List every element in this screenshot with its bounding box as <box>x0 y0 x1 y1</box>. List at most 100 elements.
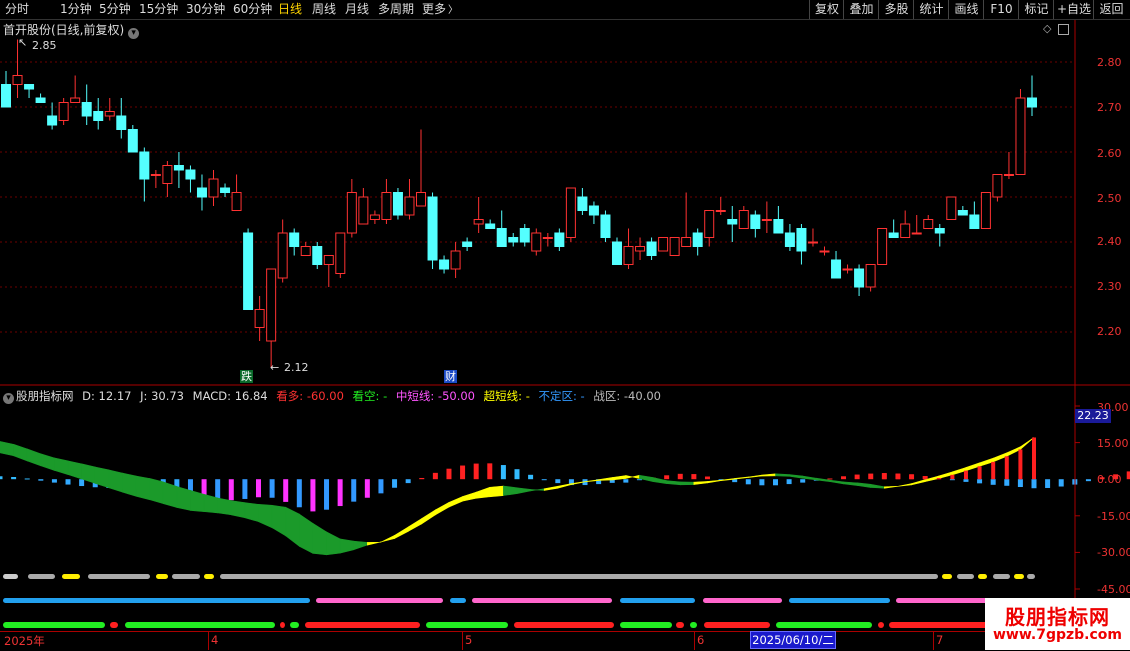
ribbon-bull-segment <box>380 534 395 543</box>
ribbon-bear-segment <box>108 469 123 493</box>
signal-lane-3-segment <box>305 622 420 628</box>
ribbon-bear-segment <box>326 531 341 556</box>
candle-down <box>969 214 980 229</box>
macd-bar <box>868 473 874 480</box>
ribbon-bull-segment <box>489 485 504 498</box>
candle-up <box>416 192 427 207</box>
signal-lane-3-segment <box>125 622 275 628</box>
signal-bar <box>963 470 968 480</box>
candle-down <box>773 219 784 234</box>
macd-bar <box>949 479 955 481</box>
candle-up <box>335 232 346 274</box>
candle-up <box>404 196 415 216</box>
candle-down <box>196 187 207 198</box>
candle-up <box>704 210 715 238</box>
candle-down <box>796 228 807 252</box>
candle-up <box>381 192 392 220</box>
macd-bar <box>392 479 398 488</box>
cursor-date-box: 2025/06/10/二 <box>750 631 836 649</box>
ribbon-bull-segment <box>952 467 967 476</box>
ribbon-bear-segment <box>530 488 545 492</box>
ribbon-bull-segment <box>938 471 953 479</box>
candle-down <box>47 115 58 126</box>
ribbon-bear-segment <box>829 479 844 485</box>
signal-lane-3-segment <box>676 622 684 628</box>
macd-bar <box>1031 479 1037 489</box>
candle-up <box>761 219 772 221</box>
latest-value-badge: 22.23 <box>1075 409 1111 423</box>
ribbon-bull-segment <box>407 517 423 532</box>
candle-up <box>923 219 934 229</box>
candle-up <box>911 232 922 235</box>
ribbon-bull-segment <box>475 486 491 499</box>
ribbon-bull-segment <box>979 457 994 467</box>
macd-bar <box>1004 479 1010 486</box>
high-arrow-icon: ↖ <box>18 36 28 49</box>
candle-up <box>150 174 161 176</box>
candle-down <box>957 210 968 216</box>
ribbon-bear-segment <box>299 513 314 554</box>
macd-bar <box>324 479 330 510</box>
indicator-axis-label: -30.00 <box>1097 546 1130 559</box>
macd-bar <box>990 479 996 485</box>
candle-down <box>496 228 507 247</box>
candle-up <box>623 246 634 265</box>
candle-up <box>369 214 380 220</box>
chevron-down-icon[interactable]: ▾ <box>3 393 14 404</box>
candle-down <box>854 268 865 288</box>
ribbon-bull-segment <box>462 491 477 502</box>
macd-bar <box>310 479 316 512</box>
macd-bar <box>704 476 710 480</box>
d-label: D: <box>82 389 95 403</box>
indicator-name: 股朋指标网 <box>16 389 74 403</box>
candle-up <box>1003 174 1014 176</box>
signal-bar <box>895 473 900 480</box>
signal-lane-1-segment <box>28 574 55 579</box>
candle-down <box>611 241 622 265</box>
candle-down <box>312 246 323 265</box>
event-tag-cai[interactable]: 财 <box>444 370 457 383</box>
signal-bar <box>909 474 914 480</box>
signal-lane-3-segment <box>426 622 508 628</box>
watermark: 股朋指标网 www.7gpzb.com <box>985 598 1130 650</box>
candle-up <box>254 309 265 328</box>
zhongduan-value: -50.00 <box>437 389 475 403</box>
ribbon-bull-segment <box>707 479 722 484</box>
signal-lane-1-segment <box>942 574 952 579</box>
event-tag-die[interactable]: 跌 <box>240 370 253 383</box>
macd-bar <box>256 479 261 498</box>
ribbon-bull-segment <box>693 481 708 485</box>
candle-down <box>692 232 703 247</box>
price-axis-label: 2.60 <box>1097 147 1122 160</box>
candle-down <box>81 102 92 117</box>
signal-bar <box>1018 449 1023 480</box>
month-divider <box>208 632 209 650</box>
kline-chart-canvas[interactable] <box>0 0 1130 650</box>
ribbon-bear-segment <box>775 473 790 477</box>
candle-down <box>934 228 945 234</box>
ribbon-bear-segment <box>135 475 150 501</box>
candle-up <box>669 237 680 256</box>
macd-bar <box>51 479 57 483</box>
ribbon-bull-segment <box>625 474 640 479</box>
candle-down <box>127 129 138 153</box>
signal-lane-3-segment <box>514 622 614 628</box>
ribbon-bull-segment <box>435 501 450 516</box>
zhanqu-label: 战区: <box>593 389 621 403</box>
signal-lane-1-segment <box>172 574 200 579</box>
ribbon-bear-segment <box>190 490 205 512</box>
candle-down <box>1 84 11 108</box>
candle-down <box>485 223 496 229</box>
macd-bar <box>664 475 670 480</box>
signal-lane-3-segment <box>776 622 872 628</box>
macd-bar <box>800 479 806 483</box>
ribbon-bear-segment <box>54 457 69 475</box>
ribbon-bear-segment <box>285 506 300 547</box>
macd-bar <box>759 479 765 486</box>
macd-bar <box>378 479 384 494</box>
ribbon-bull-segment <box>421 509 436 525</box>
signal-lane-1-segment <box>220 574 938 579</box>
signal-lane-1-segment <box>88 574 150 579</box>
signal-bar <box>991 461 996 480</box>
ribbon-bull-segment <box>1020 437 1035 451</box>
